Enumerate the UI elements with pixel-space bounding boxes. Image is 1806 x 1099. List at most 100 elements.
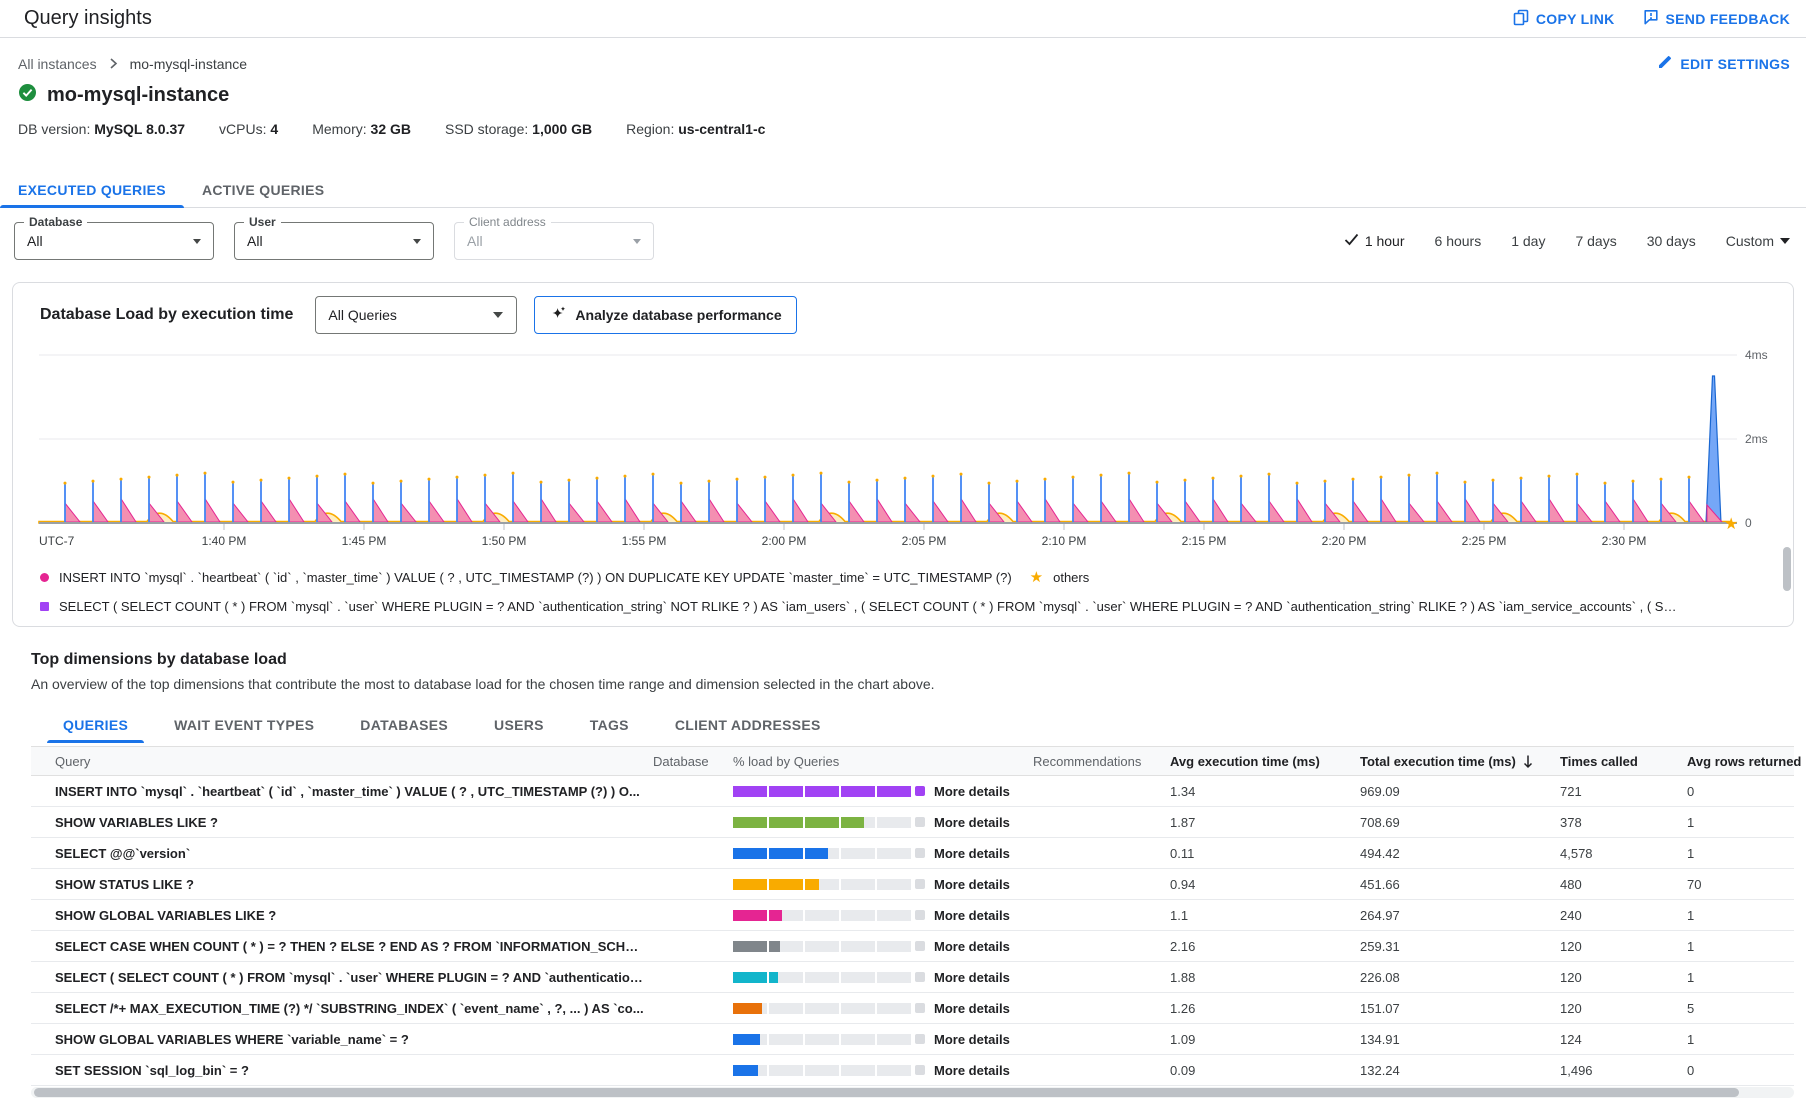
avg-execution-time-cell: 1.87 — [1160, 815, 1350, 830]
svg-text:★: ★ — [1724, 516, 1738, 533]
more-details-cell: More details — [915, 815, 1025, 830]
breadcrumb-all-instances[interactable]: All instances — [18, 56, 97, 72]
column-header-avg-execution-time-ms-[interactable]: Avg execution time (ms) — [1160, 754, 1350, 769]
more-details-link[interactable]: More details — [934, 784, 1010, 799]
instance-meta-item: SSD storage: 1,000 GB — [445, 121, 592, 137]
column-header-avg-rows-returned[interactable]: Avg rows returned — [1677, 754, 1794, 769]
more-details-cell: More details — [915, 939, 1025, 954]
times-called-cell: 378 — [1550, 815, 1677, 830]
user-filter-label: User — [244, 215, 281, 229]
user-filter-select[interactable]: User All — [234, 222, 434, 260]
more-details-link[interactable]: More details — [934, 1063, 1010, 1078]
time-range-1-hour[interactable]: 1 hour — [1344, 233, 1405, 249]
table-row[interactable]: SELECT CASE WHEN COUNT ( * ) = ? THEN ? … — [31, 931, 1794, 962]
instance-meta-item: vCPUs: 4 — [219, 121, 278, 137]
svg-text:UTC-7: UTC-7 — [39, 534, 75, 548]
legend-vertical-scrollbar[interactable] — [1783, 547, 1791, 591]
more-details-link[interactable]: More details — [934, 939, 1010, 954]
table-row[interactable]: SELECT ( SELECT COUNT ( * ) FROM `mysql`… — [31, 962, 1794, 993]
query-filter-select[interactable]: All Queries — [315, 296, 517, 334]
edit-settings-label: EDIT SETTINGS — [1680, 56, 1790, 72]
more-details-link[interactable]: More details — [934, 815, 1010, 830]
more-details-link[interactable]: More details — [934, 846, 1010, 861]
time-range-label: 7 days — [1575, 233, 1616, 249]
table-row[interactable]: INSERT INTO `mysql` . `heartbeat` ( `id`… — [31, 776, 1794, 807]
total-execution-time-cell: 494.42 — [1350, 846, 1550, 861]
column-header-times-called[interactable]: Times called — [1550, 754, 1677, 769]
svg-text:1:40 PM: 1:40 PM — [202, 534, 247, 548]
more-details-link[interactable]: More details — [934, 908, 1010, 923]
table-row[interactable]: SELECT @@`version`More details0.11494.42… — [31, 838, 1794, 869]
times-called-cell: 480 — [1550, 877, 1677, 892]
legend-entry[interactable]: SELECT ( SELECT COUNT ( * ) FROM `mysql`… — [40, 599, 1679, 614]
load-bar-segments — [733, 1065, 913, 1076]
column-header--load-by-queries[interactable]: % load by Queries — [725, 754, 915, 769]
legend-entry[interactable]: INSERT INTO `mysql` . `heartbeat` ( `id`… — [40, 570, 1012, 585]
tab-active-queries[interactable]: ACTIVE QUERIES — [184, 174, 342, 207]
total-execution-time-cell: 151.07 — [1350, 1001, 1550, 1016]
table-horizontal-scrollbar-track[interactable] — [31, 1087, 1794, 1098]
edit-settings-button[interactable]: EDIT SETTINGS — [1657, 54, 1790, 73]
query-color-swatch — [915, 1065, 925, 1075]
time-range-1-day[interactable]: 1 day — [1511, 233, 1545, 249]
more-details-link[interactable]: More details — [934, 1001, 1010, 1016]
table-row[interactable]: SHOW GLOBAL VARIABLES LIKE ? More details… — [31, 900, 1794, 931]
svg-text:2ms: 2ms — [1745, 432, 1768, 446]
svg-text:2:30 PM: 2:30 PM — [1602, 534, 1647, 548]
query-color-swatch — [915, 786, 925, 796]
more-details-cell: More details — [915, 1001, 1025, 1016]
query-tabs-bar: EXECUTED QUERIES ACTIVE QUERIES — [0, 174, 1806, 208]
time-range-6-hours[interactable]: 6 hours — [1435, 233, 1482, 249]
copy-link-button[interactable]: COPY LINK — [1513, 9, 1615, 29]
more-details-link[interactable]: More details — [934, 970, 1010, 985]
instance-meta: DB version: MySQL 8.0.37vCPUs: 4Memory: … — [18, 121, 1790, 137]
meta-label: SSD storage: — [445, 121, 532, 137]
table-row[interactable]: SELECT /*+ MAX_EXECUTION_TIME (?) */ `SU… — [31, 993, 1794, 1024]
column-header-total-execution-time-ms-[interactable]: Total execution time (ms) — [1350, 754, 1550, 769]
time-range-30-days[interactable]: 30 days — [1647, 233, 1696, 249]
dimension-tab-users[interactable]: USERS — [478, 711, 560, 741]
time-range-custom[interactable]: Custom — [1726, 233, 1790, 249]
send-feedback-button[interactable]: SEND FEEDBACK — [1643, 9, 1790, 29]
legend-row: INSERT INTO `mysql` . `heartbeat` ( `id`… — [40, 563, 1733, 592]
database-filter-select[interactable]: Database All — [14, 222, 214, 260]
table-row[interactable]: SHOW GLOBAL VARIABLES WHERE `variable_na… — [31, 1024, 1794, 1055]
query-cell: SHOW STATUS LIKE ? — [31, 877, 645, 892]
dimension-tab-databases[interactable]: DATABASES — [344, 711, 464, 741]
avg-rows-returned-cell: 1 — [1677, 970, 1794, 985]
avg-rows-returned-cell: 1 — [1677, 815, 1794, 830]
table-row[interactable]: SHOW VARIABLES LIKE ?More details1.87708… — [31, 807, 1794, 838]
avg-execution-time-cell: 1.1 — [1160, 908, 1350, 923]
dimension-tab-queries[interactable]: QUERIES — [47, 711, 144, 741]
dimension-tab-client-addresses[interactable]: CLIENT ADDRESSES — [659, 711, 837, 741]
total-execution-time-cell: 969.09 — [1350, 784, 1550, 799]
time-range-7-days[interactable]: 7 days — [1575, 233, 1616, 249]
database-load-card: Database Load by execution time All Quer… — [12, 282, 1794, 627]
breadcrumb: All instances mo-mysql-instance — [18, 56, 247, 72]
avg-execution-time-cell: 0.11 — [1160, 846, 1350, 861]
dimension-tab-wait-event-types[interactable]: WAIT EVENT TYPES — [158, 711, 330, 741]
more-details-cell: More details — [915, 1032, 1025, 1047]
svg-text:1:50 PM: 1:50 PM — [482, 534, 527, 548]
more-details-link[interactable]: More details — [934, 1032, 1010, 1047]
avg-execution-time-cell: 1.09 — [1160, 1032, 1350, 1047]
table-row[interactable]: SET SESSION `sql_log_bin` = ?More detail… — [31, 1055, 1794, 1086]
analyze-database-performance-button[interactable]: Analyze database performance — [534, 296, 796, 334]
legend-entry[interactable]: ★others — [1022, 570, 1090, 585]
query-color-swatch — [915, 1034, 925, 1044]
client-address-filter-select: Client address All — [454, 222, 654, 260]
meta-label: Memory: — [312, 121, 370, 137]
tab-executed-queries[interactable]: EXECUTED QUERIES — [0, 174, 184, 207]
dimension-tab-tags[interactable]: TAGS — [574, 711, 645, 741]
column-header-database[interactable]: Database — [645, 754, 725, 769]
table-horizontal-scrollbar-thumb[interactable] — [34, 1088, 1739, 1097]
star-marker-icon: ★ — [1030, 570, 1043, 585]
database-load-chart[interactable]: ★1:40 PM1:45 PM1:50 PM1:55 PM2:00 PM2:05… — [31, 337, 1793, 557]
more-details-link[interactable]: More details — [934, 877, 1010, 892]
query-cell: SHOW GLOBAL VARIABLES LIKE ? — [31, 908, 645, 923]
more-details-cell: More details — [915, 877, 1025, 892]
analyze-button-label: Analyze database performance — [575, 307, 781, 323]
table-row[interactable]: SHOW STATUS LIKE ?More details0.94451.66… — [31, 869, 1794, 900]
column-header-query[interactable]: Query — [31, 754, 645, 769]
load-cell — [725, 972, 915, 983]
